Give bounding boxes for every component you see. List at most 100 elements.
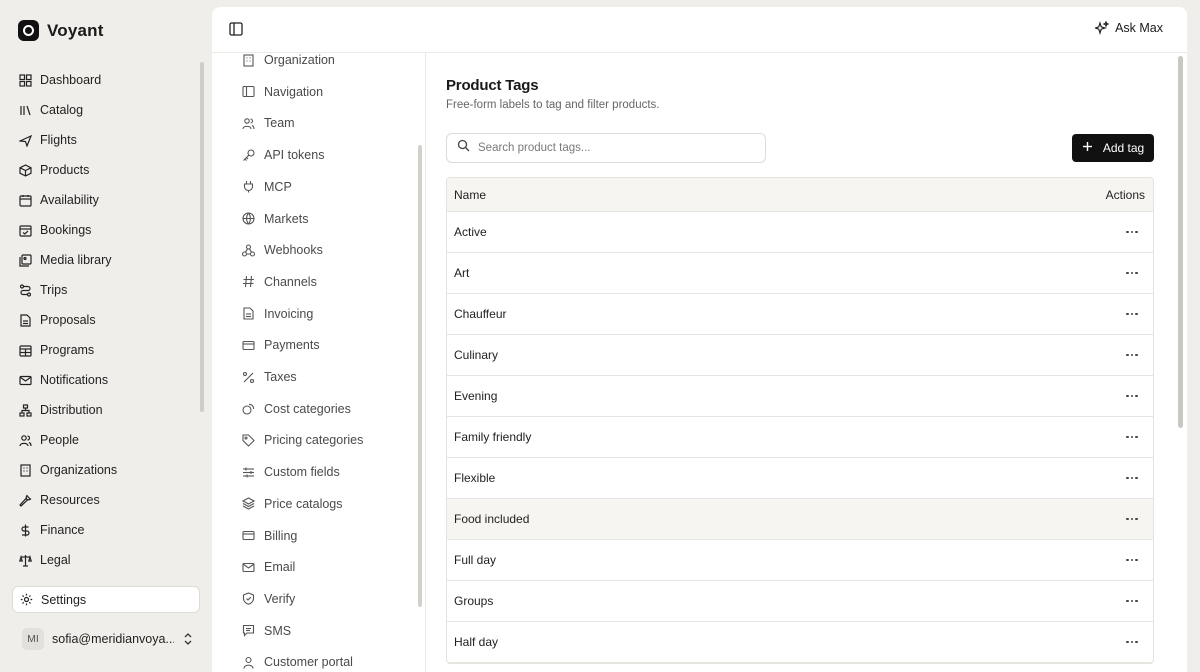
sidebar-item-label: Proposals [40,313,96,327]
more-actions-icon[interactable] [1125,635,1139,649]
ask-max-button[interactable]: Ask Max [1093,20,1163,35]
settings-item-label: Payments [264,338,320,353]
settings-item-api-tokens[interactable]: API tokens [242,145,324,165]
main-scrollbar[interactable] [1178,56,1183,428]
sidebar-item-media-library[interactable]: Media library [12,245,200,275]
sidebar-item-products[interactable]: Products [12,155,200,185]
settings-item-payments[interactable]: Payments [242,335,320,355]
settings-nav: Organization Navigation Team API tokens … [212,53,426,672]
search-box[interactable] [446,133,766,163]
more-actions-icon[interactable] [1125,471,1139,485]
table-row[interactable]: Art [447,253,1153,294]
sidebar-item-label: Notifications [40,373,109,387]
settings-item-navigation[interactable]: Navigation [242,82,323,102]
more-actions-icon[interactable] [1125,348,1139,362]
content-area: Product Tags Free-form labels to tag and… [446,53,1154,672]
sidebar-item-label: Bookings [40,223,92,237]
sparkle-icon [1093,20,1110,35]
settings-item-label: Cost categories [264,401,351,416]
plane-icon [19,134,32,147]
sidebar-item-label: Catalog [40,103,84,117]
brand[interactable]: Voyant [18,20,104,41]
table-row[interactable]: Active [447,212,1153,253]
tag-icon [242,434,255,447]
sidebar-item-flights[interactable]: Flights [12,125,200,155]
settings-item-custom-fields[interactable]: Custom fields [242,462,340,482]
settings-item-label: Custom fields [264,465,340,480]
sidebar-item-settings[interactable]: Settings [12,586,200,613]
table-row[interactable]: Groups [447,581,1153,622]
settings-item-pricing-categories[interactable]: Pricing categories [242,430,363,450]
table-row[interactable]: Flexible [447,458,1153,499]
settings-item-verify[interactable]: Verify [242,589,295,609]
sidebar-item-label: Settings [41,592,87,607]
more-actions-icon[interactable] [1125,389,1139,403]
more-actions-icon[interactable] [1125,307,1139,321]
settings-item-taxes[interactable]: Taxes [242,367,297,387]
settings-item-customer-portal[interactable]: Customer portal [242,652,353,672]
settings-item-billing[interactable]: Billing [242,526,297,546]
sidebar-scrollbar[interactable] [200,62,204,412]
mail-icon [19,374,32,387]
document-icon [19,313,32,327]
settings-item-webhooks[interactable]: Webhooks [242,240,323,260]
sidebar-item-proposals[interactable]: Proposals [12,305,200,335]
sidebar-item-notifications[interactable]: Notifications [12,365,200,395]
table-row[interactable]: Culinary [447,335,1153,376]
sidebar-item-organizations[interactable]: Organizations [12,455,200,485]
table-row[interactable]: Full day [447,540,1153,581]
more-actions-icon[interactable] [1125,553,1139,567]
sidebar-item-availability[interactable]: Availability [12,185,200,215]
settings-item-email[interactable]: Email [242,557,295,577]
more-actions-icon[interactable] [1125,512,1139,526]
sidebar-item-trips[interactable]: Trips [12,275,200,305]
add-tag-button[interactable]: Add tag [1072,134,1154,162]
card-icon [242,339,255,352]
sidebar-toggle-icon[interactable] [228,21,244,37]
more-actions-icon[interactable] [1125,594,1139,608]
column-header-name: Name [454,187,487,202]
table-row[interactable]: Evening [447,376,1153,417]
table-row[interactable]: Chauffeur [447,294,1153,335]
sidebar-item-programs[interactable]: Programs [12,335,200,365]
more-actions-icon[interactable] [1125,430,1139,444]
settings-item-channels[interactable]: Channels [242,272,317,292]
add-tag-label: Add tag [1102,141,1145,155]
sidebar-item-legal[interactable]: Legal [12,545,200,575]
main-panel: Ask Max Organization Navigation Team API… [212,7,1187,672]
people-icon [19,434,32,447]
settings-item-mcp[interactable]: MCP [242,177,292,197]
tag-name: Groups [454,594,494,608]
sidebar-item-catalog[interactable]: Catalog [12,95,200,125]
sidebar-item-label: Trips [40,283,68,297]
settings-item-markets[interactable]: Markets [242,209,308,229]
tag-name: Food included [454,512,530,526]
settings-item-team[interactable]: Team [242,113,295,133]
settings-nav-scrollbar[interactable] [418,145,422,607]
table-row[interactable]: Half day [447,622,1153,663]
settings-item-cost-categories[interactable]: Cost categories [242,399,351,419]
coins-icon [242,402,255,415]
panel-icon [242,85,255,98]
settings-item-organization[interactable]: Organization [242,53,335,70]
mail-icon [242,561,255,574]
image-icon [19,253,32,267]
sidebar-item-distribution[interactable]: Distribution [12,395,200,425]
more-actions-icon[interactable] [1125,266,1139,280]
user-menu[interactable]: MI sofia@meridianvoya... [22,626,194,652]
search-input[interactable] [478,142,748,154]
table-row[interactable]: Food included [447,499,1153,540]
settings-item-price-catalogs[interactable]: Price catalogs [242,494,343,514]
column-header-actions: Actions [1105,187,1145,202]
sidebar-item-dashboard[interactable]: Dashboard [12,65,200,95]
sidebar-item-finance[interactable]: Finance [12,515,200,545]
table-row[interactable]: Family friendly [447,417,1153,458]
tag-name: Culinary [454,348,499,362]
sidebar-item-bookings[interactable]: Bookings [12,215,200,245]
sidebar-item-resources[interactable]: Resources [12,485,200,515]
settings-item-invoicing[interactable]: Invoicing [242,304,313,324]
settings-item-sms[interactable]: SMS [242,621,291,641]
sidebar-item-people[interactable]: People [12,425,200,455]
more-actions-icon[interactable] [1125,225,1139,239]
percent-icon [242,371,255,384]
